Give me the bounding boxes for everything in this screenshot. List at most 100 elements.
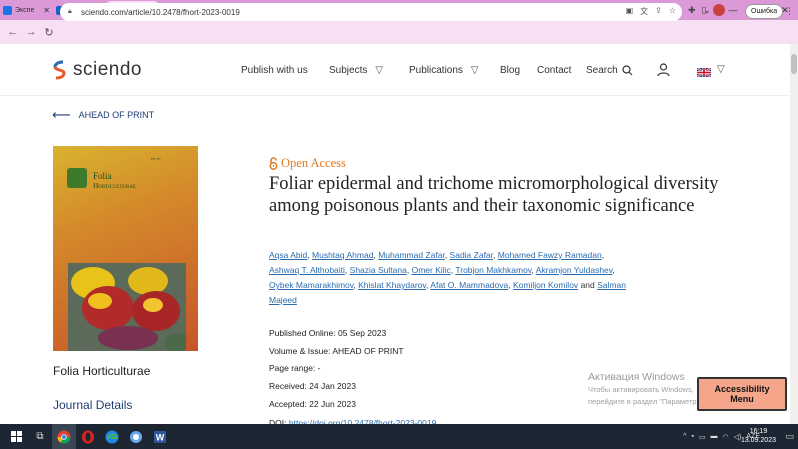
author-link[interactable]: Mushtaq Ahmad — [312, 250, 373, 260]
tab-label: Экспе — [15, 7, 35, 14]
back-button[interactable]: ← — [4, 26, 22, 38]
uk-flag-icon[interactable] — [697, 68, 711, 77]
error-button[interactable]: Ошибка — [745, 4, 784, 19]
battery-icon[interactable]: ▬ — [711, 433, 718, 440]
tab-favicon-icon — [3, 6, 12, 15]
extensions-icon[interactable]: ✚ — [688, 5, 696, 16]
author-link[interactable]: Aqsa Abid — [269, 250, 307, 260]
nav-subjects-label: Subjects — [329, 65, 368, 76]
browser-menu-icon[interactable]: ⋮ — [785, 6, 794, 17]
nav-publish-with-us[interactable]: Publish with us — [241, 65, 308, 76]
author-link[interactable]: Khislat Khaydarov — [358, 280, 426, 290]
side-panel-icon[interactable]: ▯ — [702, 5, 707, 16]
extension-area: ✚ ▯ — [688, 4, 725, 16]
author-link[interactable]: Shazia Sultana — [350, 265, 407, 275]
author-link[interactable]: Oybek Mamarakhimov — [269, 280, 353, 290]
wifi-icon[interactable]: ◠ — [723, 433, 729, 441]
app-taskbar-icon[interactable] — [124, 424, 148, 449]
user-icon[interactable] — [657, 63, 670, 77]
network-icon[interactable]: ▭ — [699, 433, 706, 441]
reload-button[interactable]: ↻ — [40, 26, 58, 39]
tray-overflow-icon[interactable]: ^ — [683, 433, 686, 440]
nav-blog-label: Blog — [500, 65, 521, 76]
tray-app-icon[interactable]: ▪ — [691, 433, 693, 440]
nav-search-label: Search — [586, 65, 618, 76]
cover-title-line2: Horticulturae — [93, 181, 136, 190]
journal-cover[interactable]: ▪▪▪ ▪▪▪ Folia Horticulturae — [53, 146, 198, 351]
nav-contact[interactable]: Contact — [537, 65, 571, 76]
cover-flower-photo — [68, 263, 186, 351]
task-view-icon[interactable]: ⧉ — [28, 424, 52, 449]
site-header: sciendo Publish with us Subjects ▽ Public… — [0, 44, 790, 96]
cover-small-text: ▪▪▪ ▪▪▪ — [151, 156, 161, 161]
accepted-date: Accepted: 22 Jun 2023 — [269, 399, 356, 409]
share-icon[interactable]: ⇪ — [655, 6, 662, 17]
received-date: Received: 24 Jan 2023 — [269, 381, 356, 391]
profile-avatar[interactable] — [712, 4, 725, 16]
screenshot-icon[interactable]: ▣ — [626, 6, 634, 17]
language-chevron-icon[interactable]: ▽ — [717, 64, 725, 75]
accessibility-menu-button[interactable]: Accessibility Menu — [697, 377, 787, 411]
author-link[interactable]: Omer Kilic — [412, 265, 451, 275]
bookmark-icon[interactable]: ☆ — [669, 6, 676, 17]
author-list: Aqsa Abid, Mushtaq Ahmad, Muhammad Zafar… — [269, 250, 626, 305]
browser-toolbar: ← → ↻ — [0, 20, 798, 44]
windows-start-icon[interactable] — [4, 424, 28, 449]
published-online: Published Online: 05 Sep 2023 — [269, 328, 387, 338]
volume-issue: Volume & Issue: AHEAD OF PRINT — [269, 346, 404, 356]
windows-taskbar: ⧉ W ^ ▪ ▭ ▬ ◠ ◁) AZE 16:19 13.09.2023 ▭ — [0, 424, 798, 449]
accessibility-line1: Accessibility — [714, 384, 770, 394]
nav-search[interactable]: Search — [586, 65, 633, 76]
nav-contact-label: Contact — [537, 65, 572, 76]
nav-publications-label: Publications — [409, 65, 463, 76]
page-range: Page range: - — [269, 363, 321, 373]
back-link-label: AHEAD OF PRINT — [78, 110, 155, 120]
notifications-icon[interactable]: ▭ — [785, 431, 794, 442]
sciendo-logo[interactable]: sciendo — [52, 59, 142, 81]
author-link[interactable]: Akramjon Yuldashev — [536, 265, 613, 275]
sciendo-logo-icon — [53, 60, 66, 80]
accessibility-line2: Menu — [730, 394, 754, 404]
author-link[interactable]: Sadia Zafar — [450, 250, 493, 260]
chevron-down-icon: ▽ — [375, 65, 384, 76]
open-access-label: Open Access — [281, 156, 346, 170]
opera-taskbar-icon[interactable] — [76, 424, 100, 449]
author-link[interactable]: Mohamed Fawzy Ramadan — [498, 250, 602, 260]
author-link[interactable]: Trobjon Makhkamov — [455, 265, 531, 275]
address-bar[interactable]: 🔒︎ sciendo.com/article/10.2478/fhort-202… — [60, 3, 682, 21]
article-title: Foliar epidermal and trichome micromorph… — [269, 174, 719, 216]
chevron-down-icon: ▽ — [470, 65, 479, 76]
author-link[interactable]: Komiljon Komilov — [513, 280, 578, 290]
back-link[interactable]: ⟵ AHEAD OF PRINT — [52, 107, 154, 123]
chrome-taskbar-icon[interactable] — [52, 424, 76, 449]
tab-close-icon[interactable]: ✕ — [43, 6, 50, 15]
author-link[interactable]: Muhammad Zafar — [378, 250, 445, 260]
open-access-badge: Open Access — [269, 156, 346, 171]
edge-taskbar-icon[interactable] — [100, 424, 124, 449]
nav-subjects[interactable]: Subjects ▽ — [329, 65, 383, 76]
cover-title-line1: Folia — [93, 171, 112, 181]
search-icon — [622, 65, 633, 76]
clock-time: 16:19 — [749, 428, 768, 435]
open-access-icon — [269, 157, 278, 170]
nav-blog[interactable]: Blog — [500, 65, 520, 76]
page-scrollbar[interactable] — [790, 44, 798, 424]
author-link[interactable]: Afat O. Mammadova — [430, 280, 508, 290]
taskbar-clock[interactable]: 16:19 13.09.2023 — [741, 427, 776, 445]
cover-title: Folia Horticulturae — [93, 171, 136, 191]
browser-tab[interactable]: Экспе ✕ — [0, 1, 53, 20]
svg-text:W: W — [156, 432, 165, 442]
journal-name[interactable]: Folia Horticulturae — [53, 364, 150, 378]
flower-image — [68, 263, 186, 351]
scrollbar-thumb[interactable] — [791, 54, 797, 74]
nav-publish-label: Publish with us — [241, 65, 308, 76]
forward-button[interactable]: → — [22, 26, 40, 38]
clock-date: 13.09.2023 — [740, 437, 776, 444]
site-info-icon[interactable]: 🔒︎ — [68, 8, 76, 16]
arrow-left-icon: ⟵ — [52, 107, 71, 122]
author-link[interactable]: Ashwaq T. Althobaiti — [269, 265, 345, 275]
nav-publications[interactable]: Publications ▽ — [409, 65, 479, 76]
journal-details-link[interactable]: Journal Details — [53, 398, 132, 412]
translate-icon[interactable]: 文 — [640, 6, 648, 17]
word-taskbar-icon[interactable]: W — [148, 424, 172, 449]
